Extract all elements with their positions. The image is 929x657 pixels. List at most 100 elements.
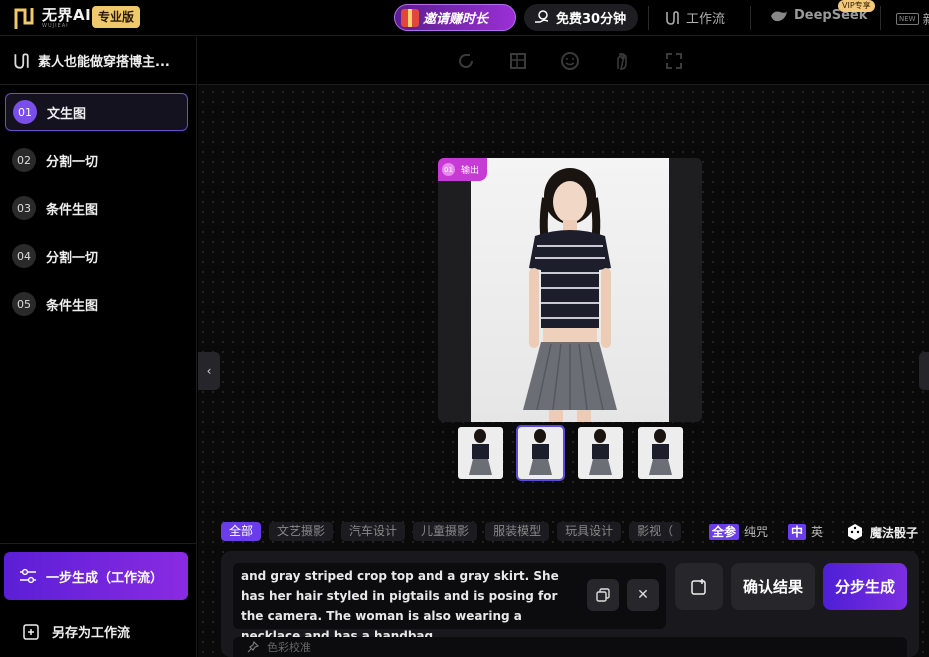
step-generate-button[interactable]: 分步生成: [823, 563, 907, 610]
canvas[interactable]: ‹ 01 输出 全部 文艺摄影 汽车设计 儿童摄影 服装模型 玩具设计 影视（ …: [198, 37, 929, 657]
color-calibration-label: 色彩校准: [267, 641, 311, 654]
step-label: 分割一切: [46, 154, 99, 170]
whale-icon: [771, 10, 787, 21]
step-label: 条件生图: [46, 298, 99, 314]
step-item-03[interactable]: 03 条件生图: [5, 189, 188, 227]
thumbnail-1[interactable]: [458, 427, 503, 479]
color-calibration-row[interactable]: 色彩校准: [233, 637, 907, 657]
thumbnail-image: [589, 429, 612, 475]
prompt-panel: and gray striped crop top and a gray ski…: [221, 551, 919, 657]
step-item-05[interactable]: 05 条件生图: [5, 285, 188, 323]
chip-art-photo[interactable]: 文艺摄影: [269, 522, 334, 541]
nav-new[interactable]: NEW 新: [896, 9, 929, 28]
chinese-box: 中: [788, 523, 807, 540]
chip-toy-design[interactable]: 玩具设计: [557, 522, 622, 541]
thumbnail-image: [529, 429, 552, 475]
magic-dice-label: 魔法骰子: [870, 525, 919, 540]
pro-badge: 专业版: [92, 6, 141, 28]
thumbnail-3[interactable]: [578, 427, 623, 479]
collapse-right-button[interactable]: [919, 352, 929, 390]
step-number: 05: [12, 292, 36, 316]
chip-car-design[interactable]: 汽车设计: [341, 522, 406, 541]
divider: [0, 543, 197, 544]
divider: [880, 6, 881, 30]
magic-dice-button[interactable]: 魔法骰子: [846, 523, 918, 541]
save-as-workflow-button[interactable]: 另存为工作流: [22, 622, 130, 641]
logo-mark-icon: [14, 8, 34, 29]
workflow-title-text: 素人也能做穿搭博主...: [38, 55, 170, 70]
invite-button[interactable]: 邀请赚时长: [394, 4, 516, 31]
logo[interactable]: 无界AI WUJIEAI: [12, 5, 91, 31]
gift-icon: [401, 8, 419, 27]
one-step-generate-button[interactable]: 一步生成（工作流）: [4, 552, 188, 600]
refresh-icon[interactable]: [456, 51, 476, 71]
prompt-text[interactable]: and gray striped crop top and a gray ski…: [241, 566, 581, 646]
workflow-title: 素人也能做穿搭博主...: [12, 51, 192, 70]
full-param-box: 全参: [709, 523, 740, 540]
chip-fashion-model[interactable]: 服装模型: [485, 522, 550, 541]
one-step-generate-label: 一步生成（工作流）: [46, 570, 164, 586]
step-item-01[interactable]: 01 文生图: [5, 93, 188, 131]
step-item-04[interactable]: 04 分割一切: [5, 237, 188, 275]
vip-tag: VIP专享: [838, 0, 875, 12]
thumbnail-image: [649, 429, 672, 475]
copy-button[interactable]: [587, 579, 619, 611]
canvas-toolbar: [198, 37, 929, 85]
output-node[interactable]: 01 输出: [438, 158, 702, 422]
step-label: 条件生图: [46, 202, 99, 218]
step-number: 02: [12, 148, 36, 172]
step-item-02[interactable]: 02 分割一切: [5, 141, 188, 179]
free-time-label: 免费30分钟: [556, 12, 627, 27]
free-time-button[interactable]: 免费30分钟: [524, 4, 638, 31]
collapse-left-button[interactable]: ‹: [198, 352, 220, 390]
step-number: 04: [12, 244, 36, 268]
param-mode-toggle[interactable]: 全参 纯咒: [709, 523, 768, 540]
thumbnail-image: [469, 429, 492, 475]
output-tag: 01 输出: [438, 158, 488, 181]
pure-prompt-label: 纯咒: [744, 525, 769, 539]
step-number: 03: [12, 196, 36, 220]
language-toggle[interactable]: 中 英: [788, 523, 823, 540]
output-number: 01: [442, 163, 455, 176]
save-icon: [23, 623, 39, 640]
step-number: 01: [13, 100, 37, 124]
face-icon[interactable]: [560, 51, 580, 71]
save-as-workflow-label: 另存为工作流: [52, 626, 131, 641]
copy-icon: [596, 588, 610, 602]
prompt-input[interactable]: and gray striped crop top and a gray ski…: [233, 563, 666, 643]
confirm-result-button[interactable]: 确认结果: [731, 563, 815, 610]
crop-icon[interactable]: [508, 51, 528, 71]
close-icon: ✕: [637, 587, 649, 603]
chip-film[interactable]: 影视（: [629, 522, 682, 541]
sidebar: 素人也能做穿搭博主... 01 文生图 02 分割一切 03 条件生图 04 分…: [0, 37, 197, 657]
top-bar: 无界AI WUJIEAI 专业版 邀请赚时长 免费30分钟 工作流 DeepSe…: [0, 0, 929, 36]
output-label: 输出: [461, 166, 480, 176]
logo-text: 无界AI: [42, 5, 92, 24]
clear-button[interactable]: ✕: [627, 579, 659, 611]
chip-all[interactable]: 全部: [221, 522, 262, 541]
step-label: 分割一切: [46, 250, 99, 266]
nav-workflow[interactable]: 工作流: [664, 8, 725, 27]
workflow-icon: [666, 10, 679, 25]
divider: [750, 6, 751, 30]
dice-icon: [848, 524, 862, 540]
thumbnail-2[interactable]: [516, 425, 565, 481]
new-tag: NEW: [896, 12, 919, 25]
nav-new-label: 新: [923, 9, 929, 28]
add-image-icon: [691, 578, 706, 595]
divider: [0, 84, 197, 85]
fullscreen-icon[interactable]: [664, 51, 684, 71]
sliders-icon: [20, 568, 36, 584]
pin-icon: [247, 641, 259, 653]
invite-label: 邀请赚时长: [423, 12, 489, 27]
add-image-button[interactable]: [675, 563, 723, 610]
output-image[interactable]: [471, 158, 669, 422]
hand-icon[interactable]: [612, 51, 632, 71]
chip-kids-photo[interactable]: 儿童摄影: [413, 522, 478, 541]
divider: [648, 6, 649, 30]
step-label: 文生图: [47, 106, 87, 122]
style-chips: 全部 文艺摄影 汽车设计 儿童摄影 服装模型 玩具设计 影视（: [221, 522, 682, 541]
thumbnail-4[interactable]: [638, 427, 683, 479]
hand-coin-icon: [535, 9, 549, 23]
nav-workflow-label: 工作流: [686, 12, 726, 27]
